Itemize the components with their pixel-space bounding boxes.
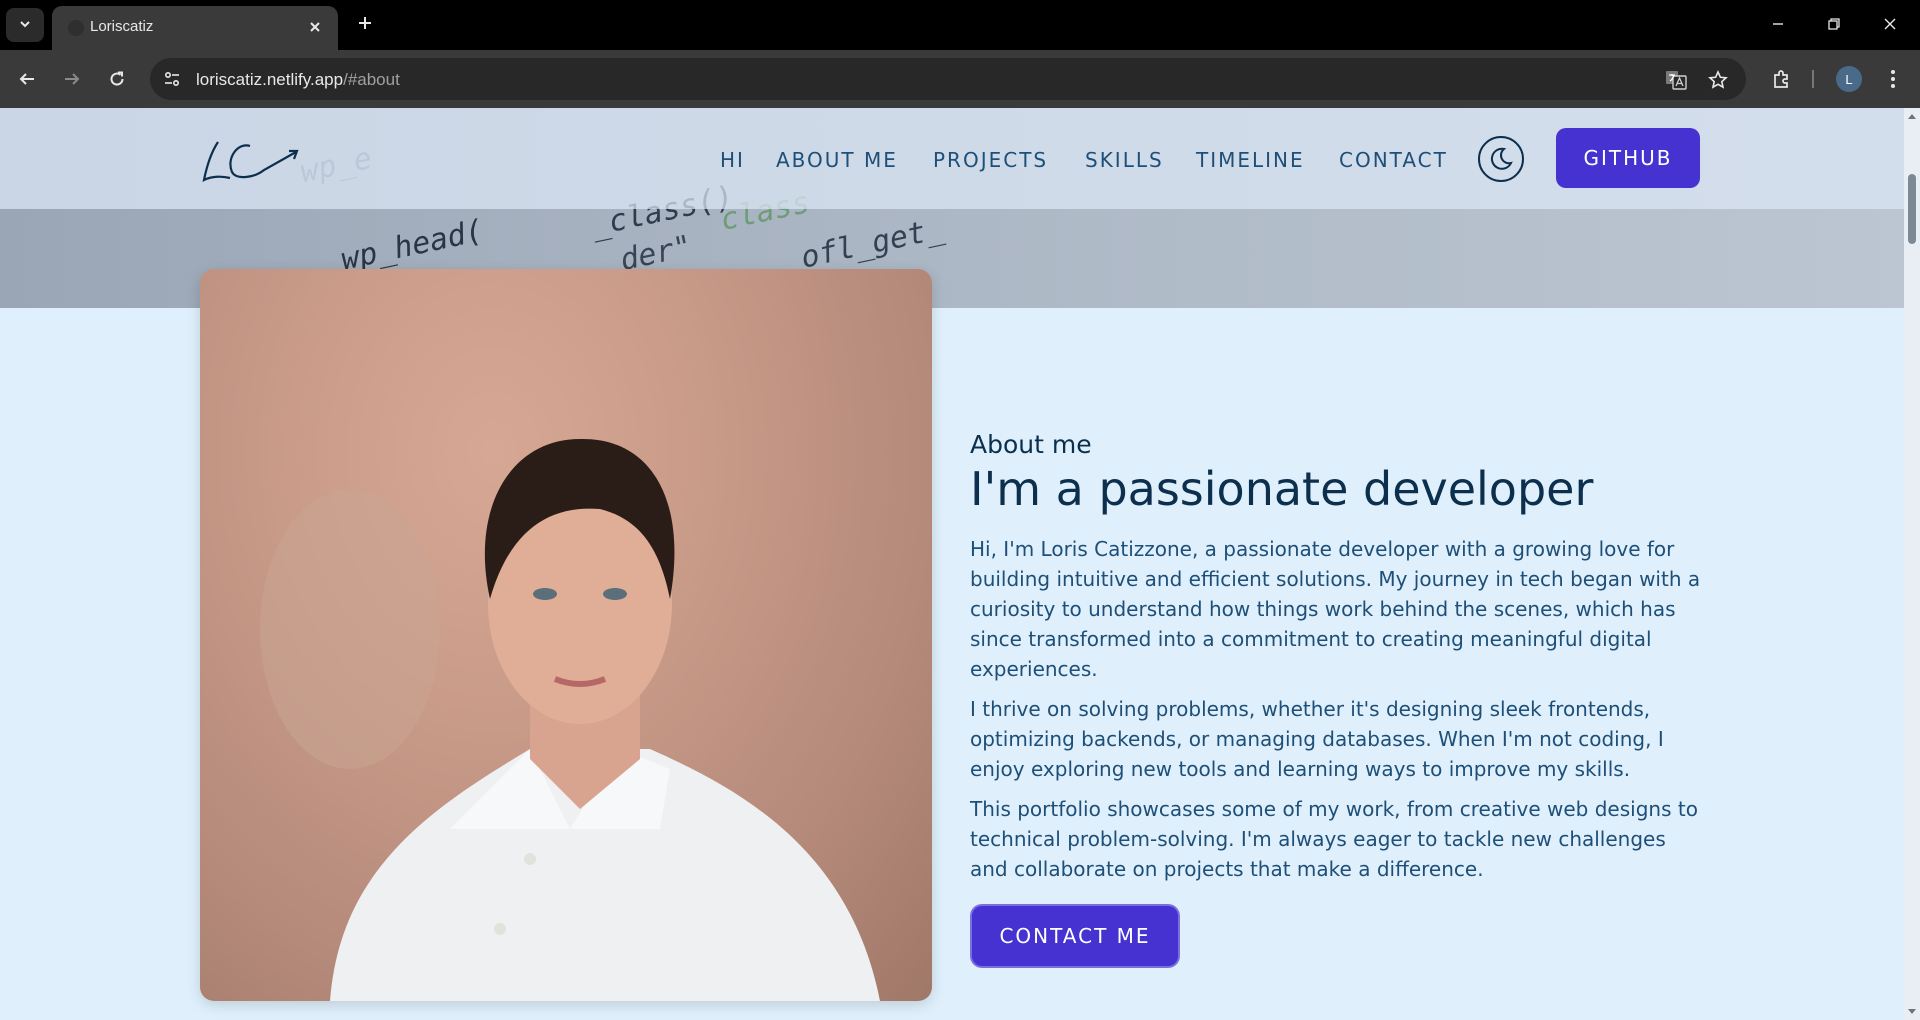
close-window-button[interactable] xyxy=(1870,10,1910,38)
browser-tab-active[interactable]: Loriscatiz xyxy=(52,6,338,50)
new-tab-button[interactable] xyxy=(352,12,378,38)
close-icon xyxy=(1884,18,1896,30)
tab-title: Loriscatiz xyxy=(90,18,154,35)
nav-link-projects[interactable]: PROJECTS xyxy=(933,148,1048,172)
url-path: /#about xyxy=(343,70,400,89)
nav-link-timeline[interactable]: TIMELINE xyxy=(1196,148,1305,172)
minimize-button[interactable] xyxy=(1758,10,1798,38)
translate-icon[interactable] xyxy=(1664,68,1688,92)
close-icon[interactable] xyxy=(304,16,326,38)
tune-icon[interactable] xyxy=(160,67,184,91)
scroll-thumb[interactable] xyxy=(1908,174,1916,244)
site-navbar: HI ABOUT ME PROJECTS SKILLS TIMELINE CON… xyxy=(0,108,1920,209)
nav-link-contact[interactable]: CONTACT xyxy=(1339,148,1448,172)
profile-photo xyxy=(200,269,932,1001)
page-viewport: wp_head( _class() der" class ofl_get_ wp… xyxy=(0,108,1920,1020)
moon-icon xyxy=(1490,147,1513,170)
url-text: loriscatiz.netlify.app/#about xyxy=(196,70,400,90)
person-illustration xyxy=(260,438,880,1001)
about-paragraph: This portfolio showcases some of my work… xyxy=(970,797,1698,881)
theme-toggle-button[interactable] xyxy=(1478,136,1524,182)
plus-icon xyxy=(357,15,373,35)
toolbar-divider xyxy=(1812,70,1814,88)
reload-icon xyxy=(110,71,124,86)
browser-toolbar: loriscatiz.netlify.app/#about L xyxy=(0,50,1920,108)
forward-button[interactable] xyxy=(56,63,88,95)
about-eyebrow: About me xyxy=(970,430,1092,459)
github-button[interactable]: GITHUB xyxy=(1556,128,1700,188)
puzzle-icon[interactable] xyxy=(1766,63,1798,95)
about-heading: I'm a passionate developer xyxy=(970,462,1594,516)
about-paragraph: I thrive on solving problems, whether it… xyxy=(970,697,1664,781)
restore-icon xyxy=(1828,18,1840,30)
logo[interactable] xyxy=(200,132,304,188)
arrow-right-icon xyxy=(65,73,80,85)
minimize-icon xyxy=(1773,23,1783,25)
reload-button[interactable] xyxy=(101,63,133,95)
back-button[interactable] xyxy=(11,63,43,95)
chevron-down-icon xyxy=(18,16,32,35)
address-bar[interactable]: loriscatiz.netlify.app/#about xyxy=(150,58,1746,100)
about-paragraph: Hi, I'm Loris Catizzone, a passionate de… xyxy=(970,537,1701,681)
nav-link-hi[interactable]: HI xyxy=(720,148,745,172)
kebab-menu-icon[interactable] xyxy=(1877,63,1909,95)
contact-me-button[interactable]: CONTACT ME xyxy=(972,906,1178,966)
nav-link-skills[interactable]: SKILLS xyxy=(1085,148,1164,172)
profile-avatar[interactable]: L xyxy=(1836,66,1862,92)
scroll-up-icon[interactable] xyxy=(1906,110,1918,122)
scroll-down-icon[interactable] xyxy=(1906,1006,1918,1018)
favicon-icon xyxy=(68,20,84,36)
url-host: loriscatiz.netlify.app xyxy=(196,70,344,89)
tab-strip: Loriscatiz xyxy=(0,0,1920,50)
page-scrollbar[interactable] xyxy=(1904,108,1920,1020)
restore-button[interactable] xyxy=(1814,10,1854,38)
tab-search-button[interactable] xyxy=(6,8,44,42)
arrow-left-icon xyxy=(19,73,34,85)
star-icon[interactable] xyxy=(1706,68,1730,92)
nav-link-about-me[interactable]: ABOUT ME xyxy=(776,148,898,172)
